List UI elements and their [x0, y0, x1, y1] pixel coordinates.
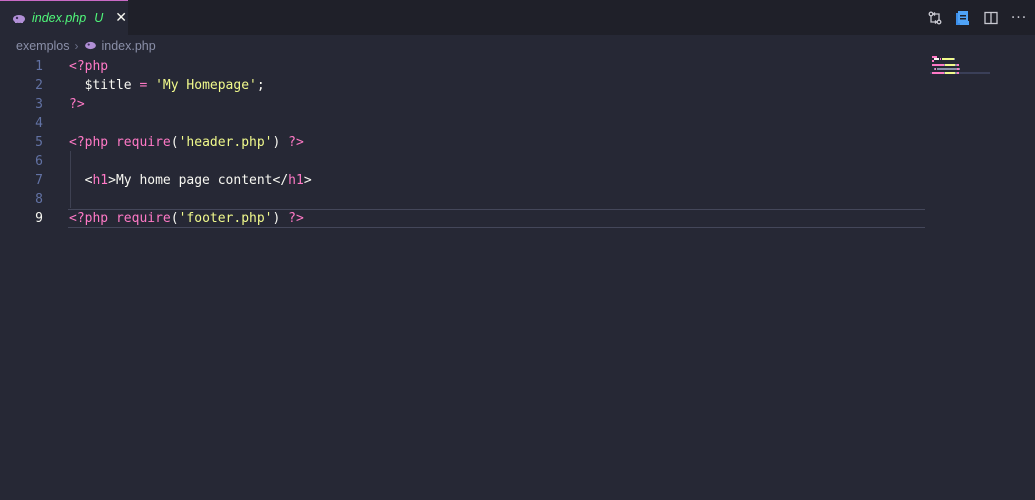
line-code: ?> [69, 95, 85, 114]
code-line[interactable]: 6 [0, 152, 925, 171]
line-number: 1 [35, 59, 43, 74]
php-file-icon [84, 39, 97, 53]
line-code: <h1>My home page content</h1> [69, 171, 312, 190]
code-token: <?php [69, 59, 109, 74]
code-token: $title [84, 78, 132, 93]
code-token: <?php [69, 135, 109, 150]
code-line[interactable]: 5 <?php require('header.php') ?> [0, 133, 925, 152]
php-debug-icon[interactable] [955, 10, 971, 26]
minimap-token [933, 58, 940, 60]
code-token: 'header.php' [178, 135, 273, 150]
minimap-token [953, 58, 955, 60]
code-token: ( [170, 211, 179, 226]
code-token: ?> [288, 211, 304, 226]
minimap-token [944, 72, 956, 74]
editor-actions: ··· [927, 0, 1027, 35]
code-token: ) [272, 211, 289, 226]
php-file-icon [12, 9, 26, 28]
untracked-badge: U [94, 11, 104, 25]
minimap-token [944, 64, 956, 66]
minimap-token [957, 64, 959, 66]
more-actions-icon[interactable]: ··· [1011, 10, 1027, 26]
minimap-token [941, 58, 954, 60]
code-line[interactable]: 2 $title = 'My Homepage'; [0, 76, 925, 95]
minimap-token [932, 60, 934, 62]
breadcrumb-file[interactable]: index.php [102, 39, 156, 53]
split-editor-icon[interactable] [983, 10, 999, 26]
code-line[interactable]: 8 [0, 190, 925, 209]
minimap-token [936, 68, 958, 70]
line-number: 2 [35, 78, 43, 93]
tab-filename: index.php [32, 11, 87, 25]
code-line[interactable]: 4 [0, 114, 925, 133]
tab-bar: index.php U ✕ [0, 0, 1035, 35]
minimap-token [932, 64, 937, 66]
code-token: ) [272, 135, 289, 150]
line-code: <?php require('header.php') ?> [69, 133, 304, 152]
line-number: 7 [35, 173, 43, 188]
minimap-token [940, 58, 941, 60]
open-changes-icon[interactable] [927, 10, 943, 26]
line-number: 9 [35, 211, 43, 226]
code-token: require [115, 135, 171, 150]
code-editor[interactable]: 1 <?php 2 $title = 'My Homepage'; 3 ?> 4 5 <?ph… [0, 56, 925, 500]
code-line[interactable]: 3 ?> [0, 95, 925, 114]
code-token: ?> [69, 97, 85, 112]
minimap[interactable] [930, 56, 990, 86]
line-number: 3 [35, 97, 43, 112]
code-token: 'footer.php' [178, 211, 273, 226]
editor-tab-index-php[interactable]: index.php U ✕ [0, 0, 128, 35]
code-line[interactable]: 9 <?php require('footer.php') ?> [0, 209, 925, 228]
line-number: 6 [35, 154, 43, 169]
code-token: h1 [288, 173, 304, 188]
code-line[interactable]: 1 <?php [0, 57, 925, 76]
breadcrumb-folder[interactable]: exemplos [16, 39, 70, 53]
code-token: ; [256, 78, 265, 93]
line-code: <?php [69, 57, 108, 76]
minimap-token [932, 72, 937, 74]
line-number: 5 [35, 135, 43, 150]
code-token: 'My Homepage' [155, 78, 257, 93]
close-icon[interactable]: ✕ [115, 11, 127, 25]
line-number: 4 [35, 116, 43, 131]
code-token: ( [170, 135, 179, 150]
line-number: 8 [35, 192, 43, 207]
code-token: >My home page content</ [108, 173, 289, 188]
code-token: ?> [288, 135, 304, 150]
code-line[interactable]: 7 <h1>My home page content</h1> [0, 171, 925, 190]
code-token: > [303, 173, 312, 188]
code-token: h1 [92, 173, 109, 188]
minimap-token [957, 72, 959, 74]
chevron-right-icon: › [74, 39, 79, 53]
minimap-token [959, 68, 960, 70]
code-token: <?php [69, 211, 109, 226]
line-code: <?php require('footer.php') ?> [69, 209, 304, 228]
code-token: require [115, 211, 171, 226]
line-code: $title = 'My Homepage'; [69, 76, 265, 95]
breadcrumb: exemplos › index.php [16, 37, 156, 55]
